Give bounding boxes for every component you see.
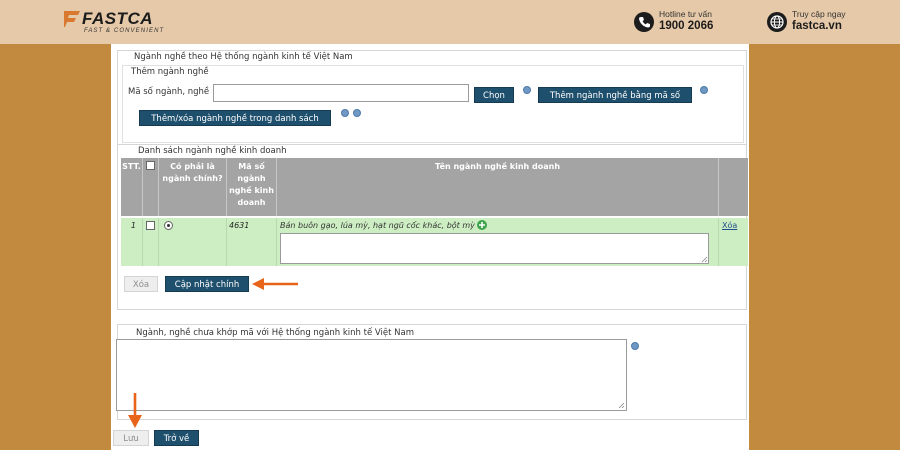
arrow-down-annotation: [128, 393, 142, 428]
resize-grip-icon: [618, 402, 625, 409]
update-main-button[interactable]: Cập nhật chính: [165, 276, 249, 292]
row-detail-textarea[interactable]: [280, 233, 709, 264]
back-button[interactable]: Trở về: [154, 430, 199, 446]
row-delete-link[interactable]: Xóa: [722, 221, 737, 230]
industry-section: Ngành nghề theo Hệ thống ngành kinh tế V…: [117, 50, 747, 146]
delete-button[interactable]: Xóa: [124, 276, 158, 292]
hotline-label: Hotline tư vấn: [659, 9, 712, 19]
help-icon[interactable]: [700, 86, 708, 94]
row-checkbox[interactable]: [146, 221, 155, 230]
add-industry-subsection: Thêm ngành nghề Mã số ngành, nghề Chọn T…: [122, 65, 744, 143]
logo-text: FASTCA: [82, 9, 153, 28]
unmatched-title: Ngành, nghề chưa khớp mã với Hệ thống ng…: [136, 328, 415, 338]
header-is-main: Có phải là ngành chính?: [159, 158, 227, 216]
code-label: Mã số ngành, nghề: [128, 87, 210, 97]
website-label: Truy cập ngay: [792, 9, 846, 19]
add-detail-icon[interactable]: [477, 220, 487, 230]
row-code: 4631: [227, 218, 277, 266]
website-contact[interactable]: Truy cập ngay fastca.vn: [767, 9, 877, 37]
business-line-form: Ngành nghề theo Hệ thống ngành kinh tế V…: [111, 44, 749, 450]
row-stt: 1: [121, 218, 143, 266]
code-input[interactable]: [213, 84, 469, 102]
row-action-cell: Xóa: [719, 218, 748, 266]
header-stt: STT.: [121, 158, 143, 216]
save-button[interactable]: Lưu: [113, 430, 149, 446]
choose-button[interactable]: Chọn: [474, 87, 514, 103]
add-remove-list-button[interactable]: Thêm/xóa ngành nghề trong danh sách: [139, 110, 331, 126]
header-action: [719, 158, 748, 216]
arrow-left-annotation: [252, 278, 298, 290]
row-name-cell: Bán buôn gạo, lúa mỳ, hạt ngũ cốc khác, …: [277, 218, 719, 266]
logo-mark-icon: [64, 11, 80, 27]
website-url: fastca.vn: [792, 20, 842, 32]
add-industry-title: Thêm ngành nghề: [131, 67, 209, 77]
phone-icon: [634, 12, 654, 32]
row-is-main-cell: [159, 218, 227, 266]
industry-section-title: Ngành nghề theo Hệ thống ngành kinh tế V…: [134, 52, 353, 62]
help-icon[interactable]: [631, 342, 639, 350]
hotline-contact[interactable]: Hotline tư vấn 1900 2066: [634, 9, 744, 37]
resize-grip-icon: [701, 256, 708, 263]
logo-tagline: FAST & CONVENIENT: [84, 28, 165, 34]
header-code: Mã số ngành nghề kinh doanh: [227, 158, 277, 216]
header-select-all: [143, 158, 159, 216]
hotline-number: 1900 2066: [659, 20, 714, 32]
help-icon[interactable]: [341, 109, 349, 117]
business-list-title: Danh sách ngành nghề kinh doanh: [138, 146, 287, 156]
help-icon[interactable]: [523, 86, 531, 94]
header-name: Tên ngành nghề kinh doanh: [277, 158, 719, 216]
globe-icon: [767, 12, 787, 32]
unmatched-textarea[interactable]: [116, 339, 627, 411]
add-by-code-button[interactable]: Thêm ngành nghề bằng mã số: [538, 87, 692, 103]
help-icon[interactable]: [353, 109, 361, 117]
row-name: Bán buôn gạo, lúa mỳ, hạt ngũ cốc khác, …: [280, 221, 475, 230]
top-banner: FASTCA FAST & CONVENIENT Hotline tư vấn …: [0, 0, 900, 44]
select-all-checkbox[interactable]: [146, 161, 155, 170]
main-industry-radio[interactable]: [164, 221, 173, 230]
row-select-cell: [143, 218, 159, 266]
